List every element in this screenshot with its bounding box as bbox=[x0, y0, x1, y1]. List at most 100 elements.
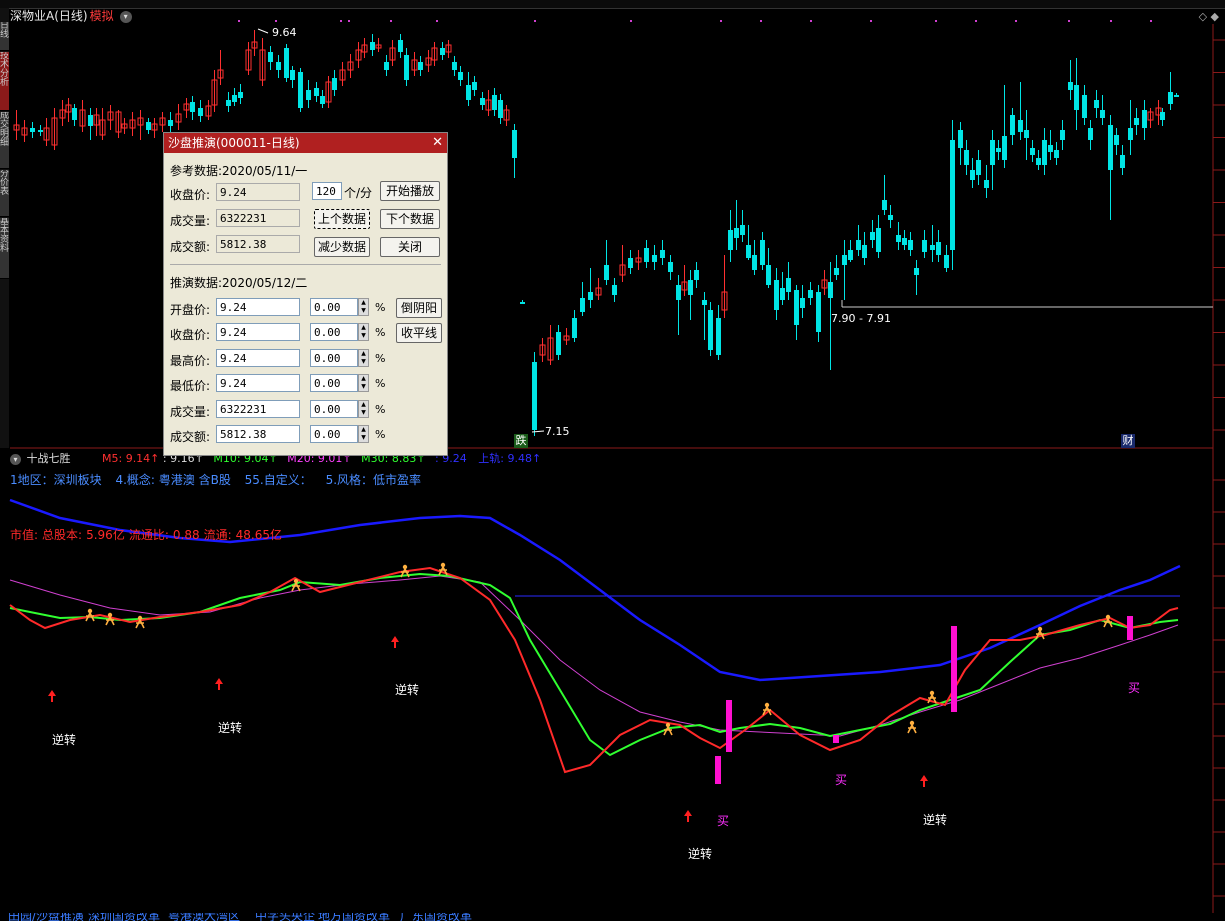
reduce-data-button[interactable]: 减少数据 bbox=[314, 237, 370, 257]
ref-amount-field: 5812.38 bbox=[216, 235, 300, 253]
sim-row-value-input[interactable]: 5812.38 bbox=[216, 425, 300, 443]
candle-body bbox=[298, 72, 303, 108]
candle-body bbox=[1082, 95, 1087, 118]
candle-body bbox=[984, 180, 989, 188]
sim-row-value-input[interactable]: 9.24 bbox=[216, 323, 300, 341]
candle-body bbox=[1160, 112, 1165, 120]
sim-row-pct-input[interactable]: 0.00 bbox=[310, 323, 358, 341]
buy-label: 买 bbox=[717, 814, 730, 828]
chevron-down-icon[interactable]: ▾ bbox=[10, 453, 21, 465]
spinner-icon[interactable]: ▲ ▼ bbox=[358, 323, 369, 341]
upper-band-value: 上轨: 9.48↑ bbox=[478, 452, 542, 465]
candle-body bbox=[958, 130, 963, 148]
candle-body bbox=[834, 268, 839, 275]
top-dot bbox=[1015, 20, 1017, 22]
sim-row-pct-input[interactable]: 0.00 bbox=[310, 298, 358, 316]
candle-body bbox=[914, 268, 919, 275]
sim-row-pct-input[interactable]: 0.00 bbox=[310, 349, 358, 367]
candle-body bbox=[734, 228, 739, 238]
candle-body bbox=[1114, 135, 1119, 145]
sim-row-pct-input[interactable]: 0.00 bbox=[310, 425, 358, 443]
pct-sign: % bbox=[375, 301, 386, 314]
candle-body bbox=[466, 85, 471, 100]
start-play-button[interactable]: 开始播放 bbox=[380, 181, 440, 201]
sim-row-value-input[interactable]: 9.24 bbox=[216, 298, 300, 316]
candle-body bbox=[882, 200, 887, 210]
candle-body bbox=[512, 130, 517, 158]
dialog-divider bbox=[170, 264, 441, 265]
sim-row-pct-input[interactable]: 0.00 bbox=[310, 374, 358, 392]
reverse-label: 逆转 bbox=[218, 721, 243, 735]
candle-body bbox=[896, 235, 901, 242]
sim-row-label: 最低价: bbox=[170, 379, 211, 393]
candle-body bbox=[72, 108, 77, 120]
sim-data-label: 推演数据:2020/05/12/二 bbox=[170, 276, 308, 290]
close-icon[interactable]: ✕ bbox=[432, 133, 443, 153]
ref-close-label: 收盘价: bbox=[170, 188, 211, 202]
candle-body bbox=[284, 48, 289, 78]
top-dot bbox=[390, 20, 392, 22]
candle-body bbox=[676, 285, 681, 300]
speed-input[interactable]: 120 bbox=[312, 182, 342, 200]
candle-body bbox=[848, 250, 853, 260]
candle-body bbox=[556, 332, 561, 355]
sim-row-pct-input[interactable]: 0.00 bbox=[310, 400, 358, 418]
bottom-tab[interactable]: 田园/沙盘推演 bbox=[8, 913, 84, 921]
spinner-icon[interactable]: ▲ ▼ bbox=[358, 400, 369, 418]
spinner-icon[interactable]: ▲ ▼ bbox=[358, 374, 369, 392]
spinner-icon[interactable]: ▲ ▼ bbox=[358, 298, 369, 316]
candle-body bbox=[472, 82, 477, 90]
candle-body bbox=[404, 55, 409, 80]
candle-body bbox=[760, 240, 765, 265]
candle-body bbox=[842, 255, 847, 265]
dialog-titlebar[interactable]: 沙盘推演(000011-日线) ✕ bbox=[164, 133, 447, 153]
runner-icon bbox=[87, 608, 93, 614]
dialog-close-button[interactable]: 关闭 bbox=[380, 237, 440, 257]
candle-body bbox=[1048, 145, 1053, 152]
spinner-icon[interactable]: ▲ ▼ bbox=[358, 425, 369, 443]
sim-row-value-input[interactable]: 9.24 bbox=[216, 349, 300, 367]
candle-body bbox=[1018, 120, 1023, 132]
sim-row-label: 收盘价: bbox=[170, 328, 211, 342]
finance-marker[interactable]: 财 bbox=[1121, 434, 1135, 448]
runner-icon bbox=[293, 578, 299, 584]
candle-body bbox=[1168, 92, 1173, 104]
candle-body bbox=[370, 42, 375, 50]
candle-body bbox=[276, 62, 281, 70]
candle-body bbox=[452, 62, 457, 70]
candle-body bbox=[458, 72, 463, 80]
candle-body bbox=[774, 280, 779, 310]
sim-row-value-input[interactable]: 6322231 bbox=[216, 400, 300, 418]
invert-button[interactable]: 倒阴阳 bbox=[396, 298, 442, 318]
high-price-label: 9.64 bbox=[272, 26, 297, 39]
drop-marker[interactable]: 跌 bbox=[514, 434, 528, 448]
runner-icon bbox=[909, 720, 915, 726]
bottom-tab[interactable]: 深圳国资改革 bbox=[88, 913, 160, 921]
pct-sign: % bbox=[375, 352, 386, 365]
prev-data-button[interactable]: 上个数据 bbox=[314, 209, 370, 229]
top-dot bbox=[340, 20, 342, 22]
candle-body bbox=[226, 100, 231, 106]
candle-body bbox=[168, 120, 173, 126]
bottom-tab[interactable]: 中字头央企 bbox=[255, 913, 315, 921]
bottom-tab[interactable]: 地方国资改革 bbox=[318, 913, 390, 921]
next-data-button[interactable]: 下个数据 bbox=[380, 209, 440, 229]
candle-body bbox=[1030, 148, 1035, 155]
top-dot bbox=[436, 20, 438, 22]
bottom-tab[interactable]: 粤港澳大湾区 bbox=[168, 913, 240, 921]
cap-label: 市值: bbox=[10, 528, 39, 542]
candle-body bbox=[492, 95, 497, 110]
top-dot bbox=[534, 20, 536, 22]
bottom-tab[interactable]: 广东国资改革 bbox=[400, 913, 472, 921]
sim-row-value-input[interactable]: 9.24 bbox=[216, 374, 300, 392]
candle-body bbox=[828, 282, 833, 298]
flat-close-button[interactable]: 收平线 bbox=[396, 323, 442, 343]
m10-line bbox=[9, 572, 1179, 757]
candle-body bbox=[856, 240, 861, 250]
candle-body bbox=[146, 122, 151, 130]
candle-body bbox=[780, 288, 785, 300]
spinner-icon[interactable]: ▲ ▼ bbox=[358, 349, 369, 367]
runner-icon bbox=[137, 615, 143, 621]
candle-body bbox=[816, 292, 821, 332]
sandbox-dialog: 沙盘推演(000011-日线) ✕ 参考数据:2020/05/11/一 收盘价:… bbox=[163, 132, 448, 456]
